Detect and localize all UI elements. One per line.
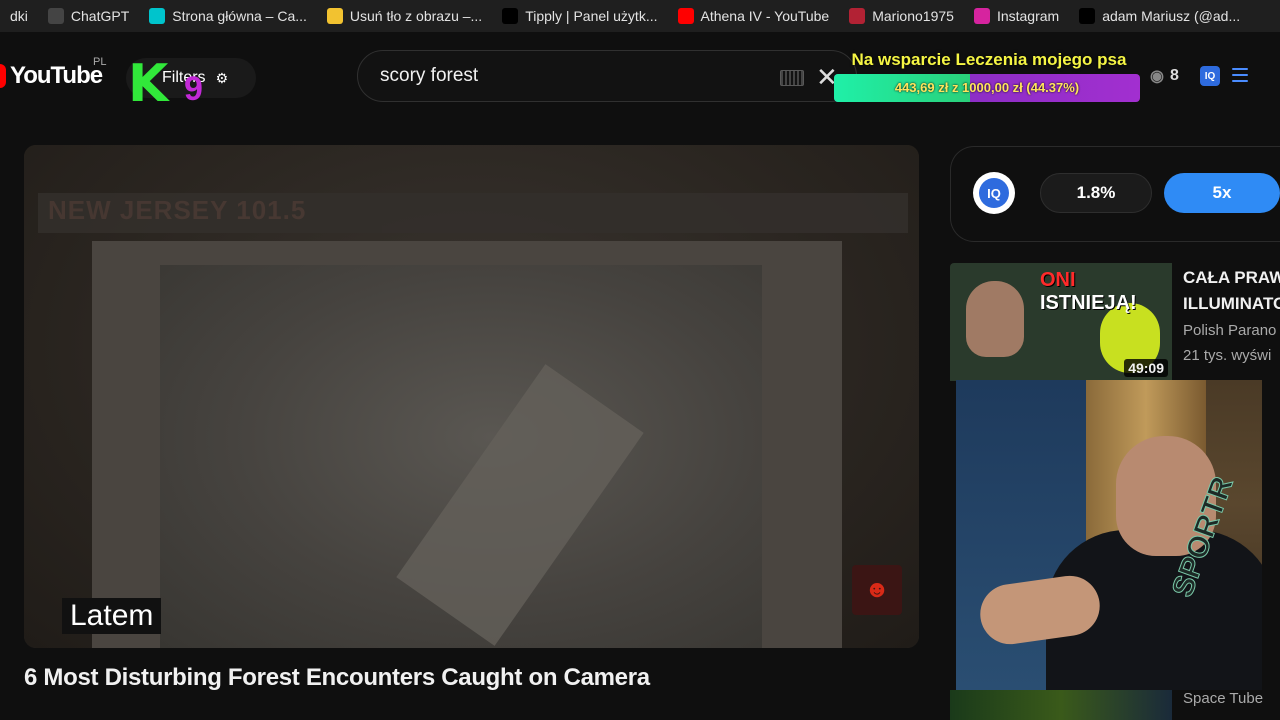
donation-widget: Na wsparcie Leczenia mojego psa 443,69 z… xyxy=(834,50,1144,102)
bookmark-item[interactable]: Tipply | Panel użytk... xyxy=(492,0,667,32)
recommended-thumbnail-2[interactable] xyxy=(950,690,1172,720)
bookmarks-bar: dki ChatGPT Strona główna – Ca... Usuń tło … xyxy=(0,0,1280,32)
kick-badge: K 9 xyxy=(128,54,203,114)
thumbnail-face xyxy=(966,281,1024,357)
bookmark-item[interactable]: ChatGPT xyxy=(38,0,139,32)
donation-progress-text: 443,69 zł z 1000,00 zł (44.37%) xyxy=(894,80,1080,95)
bookmark-item[interactable]: Athena IV - YouTube xyxy=(668,0,840,32)
canva-icon xyxy=(149,8,166,24)
youtube-logo[interactable]: YouTube xyxy=(0,62,103,90)
recommended-views: 21 tys. wyświ xyxy=(1183,347,1272,364)
instagram-icon xyxy=(973,8,990,24)
webcam-overlay: SPORTR xyxy=(956,380,1262,690)
youtube-play-icon xyxy=(0,64,6,88)
sliders-icon: ⚙ xyxy=(215,69,229,86)
header-stats: ◉ 8 xyxy=(1150,66,1179,86)
recommended-channel-2[interactable]: Space Tube xyxy=(1183,690,1263,707)
video-title: 6 Most Disturbing Forest Encounters Caug… xyxy=(24,664,650,691)
video-player[interactable]: NEW JERSEY 101.5 Latem ☻ xyxy=(24,145,919,648)
bookmark-label: adam Mariusz (@ad... xyxy=(1102,8,1241,24)
iq-extension-icon[interactable]: IQ xyxy=(1200,66,1220,86)
kick-number: 9 xyxy=(184,70,203,108)
keyboard-icon[interactable] xyxy=(780,70,804,86)
bookmark-item[interactable]: Usuń tło z obrazu –... xyxy=(317,0,492,32)
site-logo: NEW JERSEY 101.5 xyxy=(48,195,307,225)
bookmark-item[interactable]: Strona główna – Ca... xyxy=(139,0,317,32)
photo-object xyxy=(396,364,644,646)
bookmark-label: Athena IV - YouTube xyxy=(700,8,830,24)
recommended-thumbnail[interactable]: ONI ISTNIEJĄ! 49:09 xyxy=(950,263,1172,381)
kick-letter: K xyxy=(128,54,169,114)
youtube-logo-text: YouTube xyxy=(10,62,103,89)
youtube-icon xyxy=(677,8,694,24)
donation-title: Na wsparcie Leczenia mojego psa xyxy=(851,50,1127,69)
bookmark-item[interactable]: Instagram xyxy=(964,0,1069,32)
bookmark-label: dki xyxy=(10,8,28,24)
bookmark-label: Instagram xyxy=(996,8,1060,24)
channel-watermark-icon: ☻ xyxy=(852,565,902,615)
video-frame-photo xyxy=(160,265,762,648)
recommended-title[interactable]: CAŁA PRAW ILLUMINATO xyxy=(1183,265,1280,317)
bookmark-label: Tipply | Panel użytk... xyxy=(525,8,658,24)
multiplier-button[interactable]: 5x xyxy=(1164,173,1280,213)
iq-logo-icon[interactable]: IQ xyxy=(973,172,1015,214)
flag-icon xyxy=(849,8,866,24)
eye-count: 8 xyxy=(1169,67,1179,84)
bookmark-label: Strona główna – Ca... xyxy=(172,8,307,24)
video-duration: 49:09 xyxy=(1124,359,1168,377)
remove-bg-icon xyxy=(326,8,343,24)
eye-icon: ◉ xyxy=(1150,68,1164,85)
bookmark-item[interactable]: Mariono1975 xyxy=(839,0,964,32)
openai-icon xyxy=(47,8,64,24)
search-query: scory forest xyxy=(380,65,479,86)
menu-icon[interactable] xyxy=(1232,68,1248,82)
video-caption: Latem xyxy=(62,598,162,634)
bookmark-item[interactable]: dki xyxy=(0,0,38,32)
tipply-icon xyxy=(502,8,519,24)
bookmark-label: Usuń tło z obrazu –... xyxy=(349,8,483,24)
bookmark-label: ChatGPT xyxy=(70,8,130,24)
bookmark-item[interactable]: adam Mariusz (@ad... xyxy=(1069,0,1250,32)
region-code: PL xyxy=(93,56,107,68)
donation-progress-bar: 443,69 zł z 1000,00 zł (44.37%) xyxy=(834,74,1140,102)
thumbnail-text: ONI ISTNIEJĄ! xyxy=(1040,269,1137,314)
bookmark-label: Mariono1975 xyxy=(872,8,954,24)
speed-value-pill[interactable]: 1.8% xyxy=(1040,173,1152,213)
x-logo-icon xyxy=(1079,8,1096,24)
site-header-strip: NEW JERSEY 101.5 xyxy=(38,193,908,233)
recommended-channel[interactable]: Polish Parano xyxy=(1183,322,1276,339)
